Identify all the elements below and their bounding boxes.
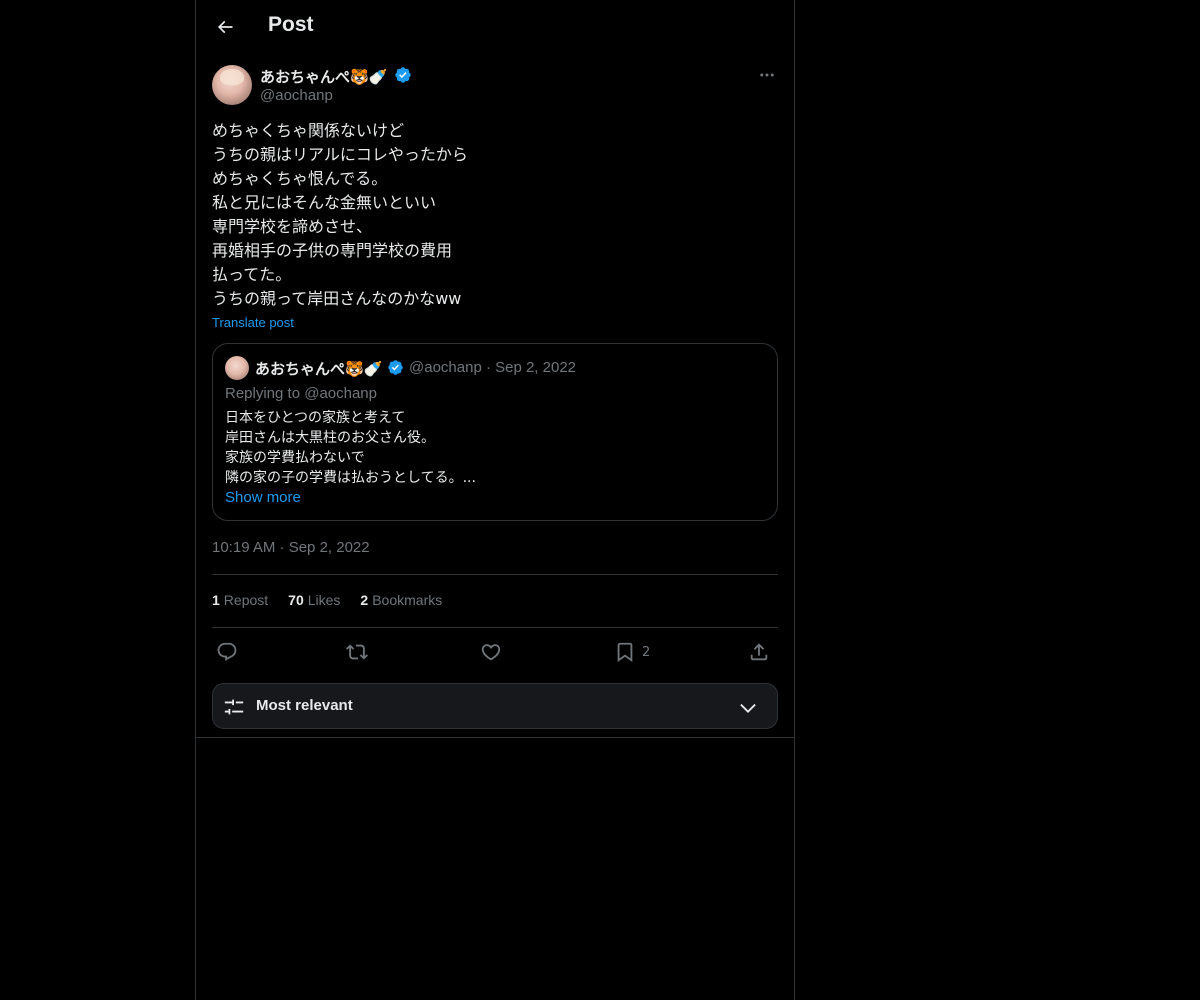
heart-icon [481,644,501,661]
bookmarks-label: Bookmarks [372,592,443,608]
post-stats: 1 Repost 70 Likes 2 Bookmarks [212,592,442,612]
share-icon [750,643,768,661]
avatar[interactable] [212,65,252,105]
quoted-replying-to: Replying to @aochanp [225,385,377,402]
like-button[interactable] [480,638,502,666]
reply-sort-dropdown[interactable]: Most relevant [212,683,778,729]
repost-button[interactable] [346,638,368,666]
likes-stat[interactable]: 70 Likes [288,592,340,612]
author-handle[interactable]: @aochanp [260,87,333,104]
bookmark-button[interactable]: 2 [614,638,650,666]
post-author: あおちゃんぺ🐯🍼 @aochanp [212,65,778,107]
divider [212,627,778,628]
bookmarks-stat[interactable]: 2 Bookmarks [360,592,442,612]
show-more-link[interactable]: Show more [225,489,301,506]
sort-label: Most relevant [256,697,353,714]
main-column: Post あおちゃんぺ🐯🍼 @aochanp めちゃくちゃ関係ないけど うちの親… [195,0,795,1000]
quoted-text: 日本をひとつの家族と考えて 岸田さんは大黒柱のお父さん役。 家族の学費払わないで… [225,410,476,486]
sliders-icon [224,699,244,715]
bookmarks-count: 2 [360,592,369,608]
translate-post-link[interactable]: Translate post [212,315,294,330]
author-display-name[interactable]: あおちゃんぺ🐯🍼 [260,66,387,87]
reposts-label: Repost [223,592,269,608]
action-bar: 2 [212,638,778,666]
chevron-down-icon [740,703,756,713]
reply-icon [217,642,237,661]
verified-badge-icon [395,67,411,83]
share-button[interactable] [748,638,770,666]
post-text: めちゃくちゃ関係ないけど うちの親はリアルにコレやったから めちゃくちゃ恨んでる… [212,121,468,308]
quoted-display-name: あおちゃんぺ🐯🍼 [255,360,383,378]
back-button[interactable] [208,10,242,44]
arrow-left-icon [217,20,233,34]
quoted-handle-date: @aochanp · Sep 2, 2022 [409,359,577,376]
section-divider [196,737,794,738]
quoted-avatar [225,356,249,380]
more-horizontal-icon [760,73,774,77]
bookmark-icon [617,642,633,663]
reply-button[interactable] [216,638,238,666]
quoted-post[interactable]: あおちゃんぺ🐯🍼 @aochanp · Sep 2, 2022 Replying… [212,343,778,521]
post-timestamp[interactable]: 10:19 AM · Sep 2, 2022 [212,539,370,556]
bookmark-count: 2 [642,644,651,660]
more-options-button[interactable] [754,65,780,85]
header: Post [196,0,794,54]
verified-badge-icon [388,360,403,375]
likes-label: Likes [307,592,341,608]
divider [212,574,778,575]
reposts-stat[interactable]: 1 Repost [212,592,268,612]
page-title: Post [268,13,314,36]
likes-count: 70 [288,592,304,608]
repost-icon [346,644,368,660]
reposts-count: 1 [212,592,220,608]
